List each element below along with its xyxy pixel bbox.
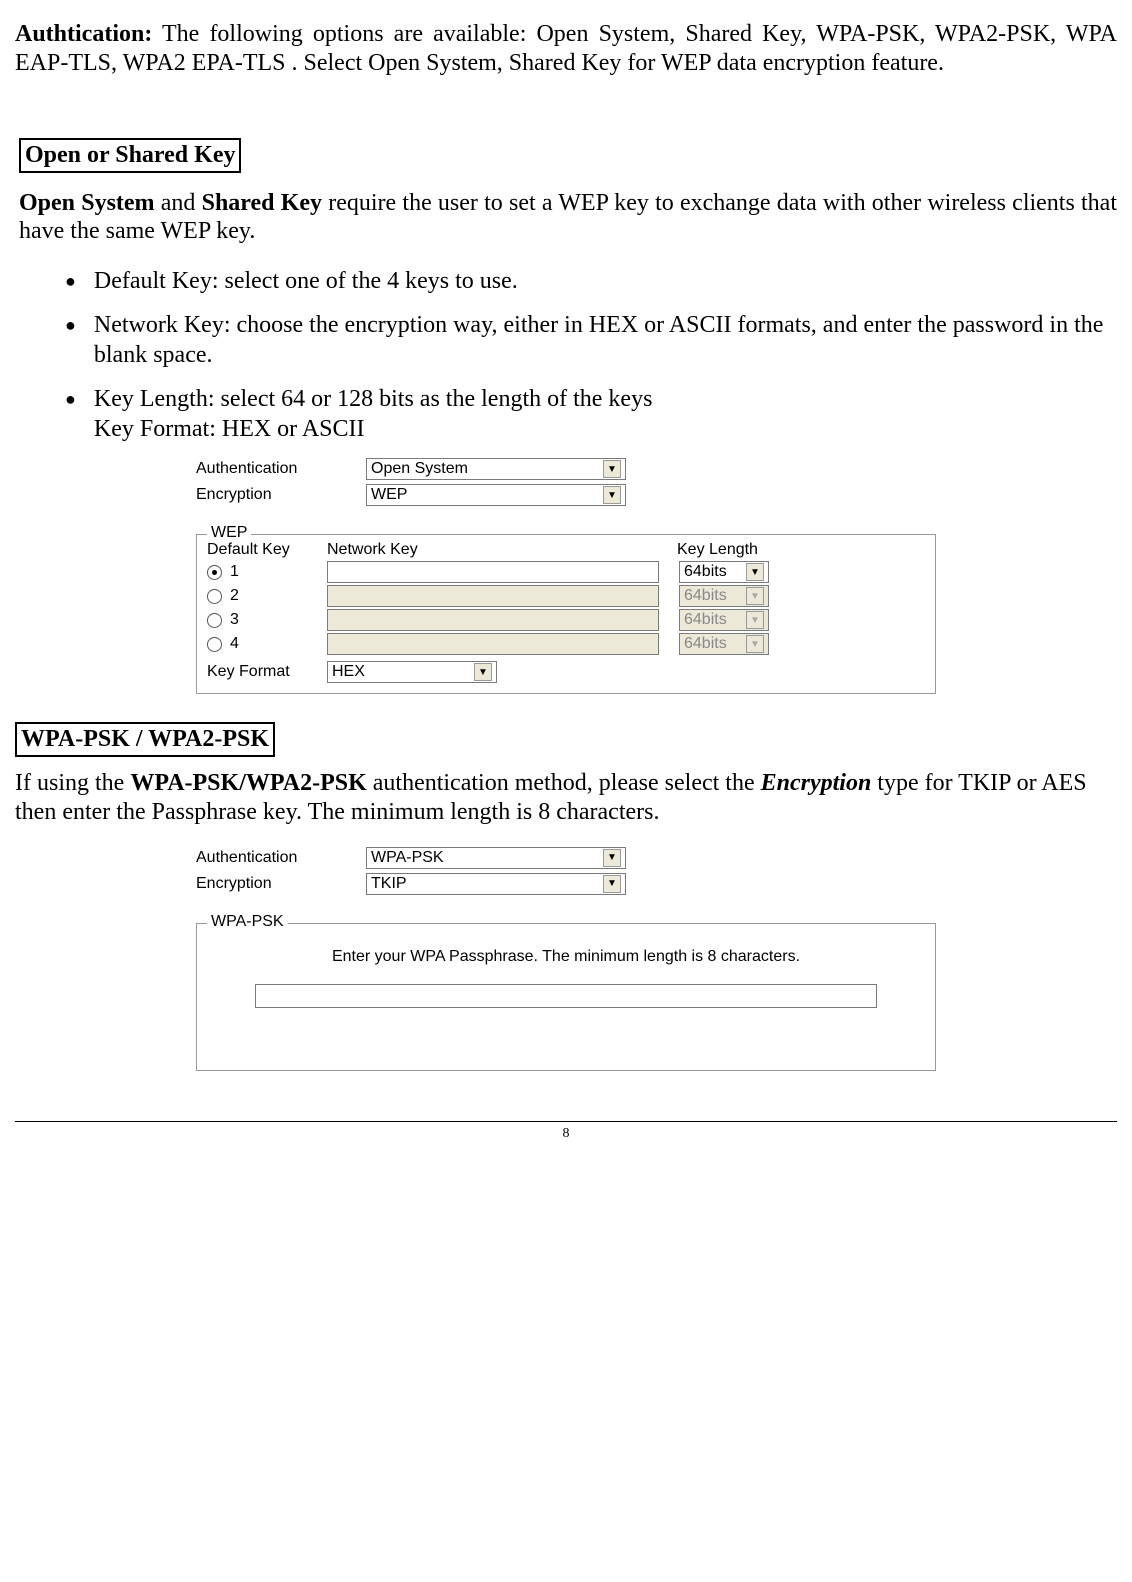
encryption-label: Encryption [196,486,366,504]
key-format-label: Key Format [207,663,327,681]
encryption-label: Encryption [196,875,366,893]
bullet-icon: ● [65,315,76,336]
key-length-select-3: 64bits ▼ [679,609,769,631]
bullet-icon: ● [65,271,76,292]
key-num: 1 [230,563,239,581]
dropdown-arrow-icon: ▼ [603,486,621,504]
bullet-text: Key Length: select 64 or 128 bits as the… [94,384,1117,444]
wpa-legend: WPA-PSK [207,913,288,931]
key-format-select[interactable]: HEX ▼ [327,661,497,683]
heading-wpa-psk: WPA-PSK / WPA2-PSK [15,722,275,757]
encryption-select-value: WEP [371,486,407,504]
key-length-select-2: 64bits ▼ [679,585,769,607]
bullet-item: ● Network Key: choose the encryption way… [65,310,1117,370]
auth-select-value: Open System [371,460,468,478]
key-length-select-1[interactable]: 64bits ▼ [679,561,769,583]
bullet-text: Network Key: choose the encryption way, … [94,310,1117,370]
default-key-radio-1[interactable] [207,565,222,580]
intro-text: The following options are available: Ope… [15,21,1117,76]
key-length-select-4: 64bits ▼ [679,633,769,655]
encryption-select[interactable]: WEP ▼ [366,484,626,506]
wep-key-row: 1 64bits ▼ [207,561,925,583]
auth-select[interactable]: Open System ▼ [366,458,626,480]
dropdown-arrow-icon: ▼ [603,875,621,893]
open-shared-paragraph: Open System and Shared Key require the u… [19,189,1117,247]
key-num: 2 [230,587,239,605]
wep-key-row: 3 64bits ▼ [207,609,925,631]
encryption-select[interactable]: TKIP ▼ [366,873,626,895]
auth-select-value: WPA-PSK [371,849,444,867]
default-key-radio-3[interactable] [207,613,222,628]
bullet-item: ● Default Key: select one of the 4 keys … [65,266,1117,296]
bullet-list: ● Default Key: select one of the 4 keys … [65,266,1117,444]
shared-key-bold: Shared Key [202,190,322,216]
wpa-passphrase-input[interactable] [255,984,877,1008]
dropdown-arrow-icon: ▼ [603,460,621,478]
auth-select[interactable]: WPA-PSK ▼ [366,847,626,869]
dropdown-arrow-icon: ▼ [746,587,764,605]
bullet-icon: ● [65,389,76,410]
auth-label: Authentication [196,849,366,867]
heading-open-shared: Open or Shared Key [19,138,241,173]
network-key-input-1[interactable] [327,561,659,583]
encryption-italic: Encryption [761,770,872,796]
wep-key-row: 4 64bits ▼ [207,633,925,655]
open-system-bold: Open System [19,190,155,216]
wep-legend: WEP [207,524,251,542]
auth-label: Authentication [196,460,366,478]
wpa-psk-paragraph: If using the WPA-PSK/WPA2-PSK authentica… [15,769,1117,827]
dropdown-arrow-icon: ▼ [474,663,492,681]
page-number: 8 [15,1126,1117,1142]
network-key-input-4[interactable] [327,633,659,655]
footer-rule [15,1121,1117,1122]
key-num: 3 [230,611,239,629]
col-network-key: Network Key [327,541,677,559]
dropdown-arrow-icon: ▼ [746,563,764,581]
col-default-key: Default Key [207,541,327,559]
wpa-psk-bold: WPA-PSK/WPA2-PSK [130,770,366,796]
default-key-radio-4[interactable] [207,637,222,652]
bullet-item: ● Key Length: select 64 or 128 bits as t… [65,384,1117,444]
default-key-radio-2[interactable] [207,589,222,604]
intro-label: Authtication: [15,21,152,47]
dropdown-arrow-icon: ▼ [746,611,764,629]
col-key-length: Key Length [677,541,797,559]
wep-fieldset: WEP Default Key Network Key Key Length 1… [196,534,936,694]
network-key-input-2[interactable] [327,585,659,607]
dropdown-arrow-icon: ▼ [603,849,621,867]
wpa-config-panel: Authentication WPA-PSK ▼ Encryption TKIP… [196,847,936,1071]
bullet-text: Default Key: select one of the 4 keys to… [94,266,1117,296]
intro-paragraph: Authtication: The following options are … [15,20,1117,78]
dropdown-arrow-icon: ▼ [746,635,764,653]
wep-config-panel: Authentication Open System ▼ Encryption … [196,458,936,694]
wpa-hint-text: Enter your WPA Passphrase. The minimum l… [207,948,925,966]
wep-key-row: 2 64bits ▼ [207,585,925,607]
encryption-select-value: TKIP [371,875,407,893]
network-key-input-3[interactable] [327,609,659,631]
key-num: 4 [230,635,239,653]
wpa-fieldset: WPA-PSK Enter your WPA Passphrase. The m… [196,923,936,1071]
